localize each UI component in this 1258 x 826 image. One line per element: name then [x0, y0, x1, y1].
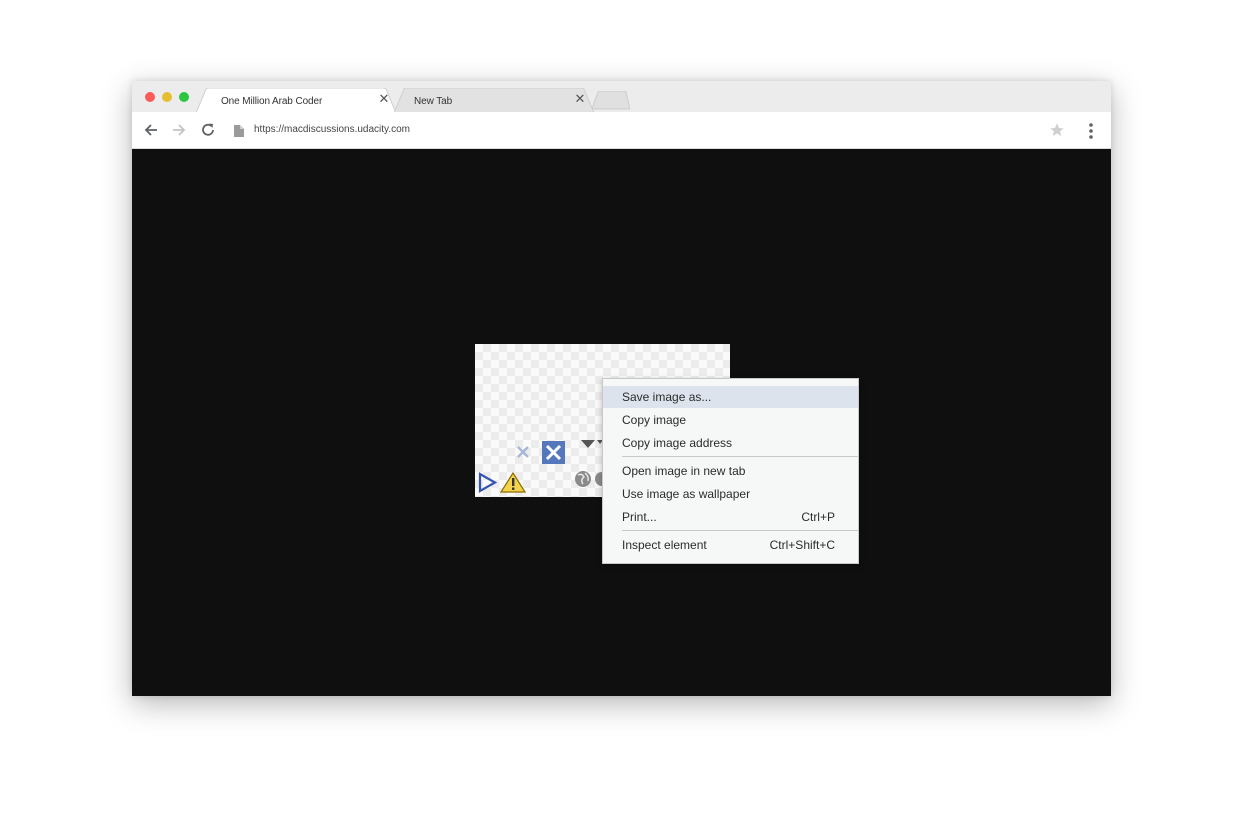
tab-close-icon[interactable]: ✕: [574, 92, 586, 105]
menu-item-label: Print...: [622, 510, 657, 524]
bookmark-star-icon[interactable]: [1049, 122, 1065, 143]
menu-item-label: Use image as wallpaper: [622, 487, 751, 501]
menu-item-label: Inspect element: [622, 538, 707, 552]
menu-item-label: Copy image address: [622, 436, 733, 450]
menu-item-copy-image[interactable]: Copy image: [603, 409, 858, 431]
browser-window: One Million Arab Coder ✕ New Tab ✕ https…: [132, 81, 1111, 696]
menu-item-print[interactable]: Print... Ctrl+P: [603, 506, 858, 528]
url-text: https://macdiscussions.udacity.com: [254, 124, 410, 135]
close-window-button[interactable]: [145, 92, 155, 102]
menu-item-shortcut: Ctrl+P: [801, 510, 835, 524]
back-icon[interactable]: [142, 121, 160, 139]
toolbar: https://macdiscussions.udacity.com: [132, 112, 1111, 149]
menu-item-label: Save image as...: [622, 390, 712, 404]
menu-item-inspect-element[interactable]: Inspect element Ctrl+Shift+C: [603, 534, 858, 556]
new-tab-button[interactable]: [592, 88, 630, 113]
minimize-window-button[interactable]: [162, 92, 172, 102]
page-viewport: Save image as... Copy image Copy image a…: [132, 149, 1111, 696]
tab-new-tab[interactable]: New Tab ✕: [394, 88, 594, 113]
page-icon: [234, 124, 244, 142]
menu-item-open-image-in-new-tab[interactable]: Open image in new tab: [603, 460, 858, 482]
menu-separator: [622, 456, 858, 457]
maximize-window-button[interactable]: [179, 92, 189, 102]
menu-item-label: Copy image: [622, 413, 687, 427]
menu-dots-icon[interactable]: [1086, 122, 1096, 140]
menu-item-shortcut: Ctrl+Shift+C: [769, 538, 835, 552]
menu-item-label: Open image in new tab: [622, 464, 746, 478]
reload-icon[interactable]: [199, 121, 217, 139]
menu-item-use-image-as-wallpaper[interactable]: Use image as wallpaper: [603, 483, 858, 505]
menu-item-copy-image-address[interactable]: Copy image address: [603, 432, 858, 454]
tab-strip: One Million Arab Coder ✕ New Tab ✕: [132, 81, 1111, 113]
address-bar[interactable]: https://macdiscussions.udacity.com: [229, 118, 1069, 142]
tab-close-icon[interactable]: ✕: [378, 92, 390, 105]
forward-icon[interactable]: [170, 121, 188, 139]
menu-separator: [622, 530, 858, 531]
menu-item-save-image-as[interactable]: Save image as...: [603, 386, 858, 408]
tab-one-million-arab-coder[interactable]: One Million Arab Coder ✕: [196, 88, 396, 113]
context-menu: Save image as... Copy image Copy image a…: [602, 378, 859, 564]
tab-title: One Million Arab Coder: [221, 96, 323, 107]
tab-title: New Tab: [414, 96, 453, 107]
